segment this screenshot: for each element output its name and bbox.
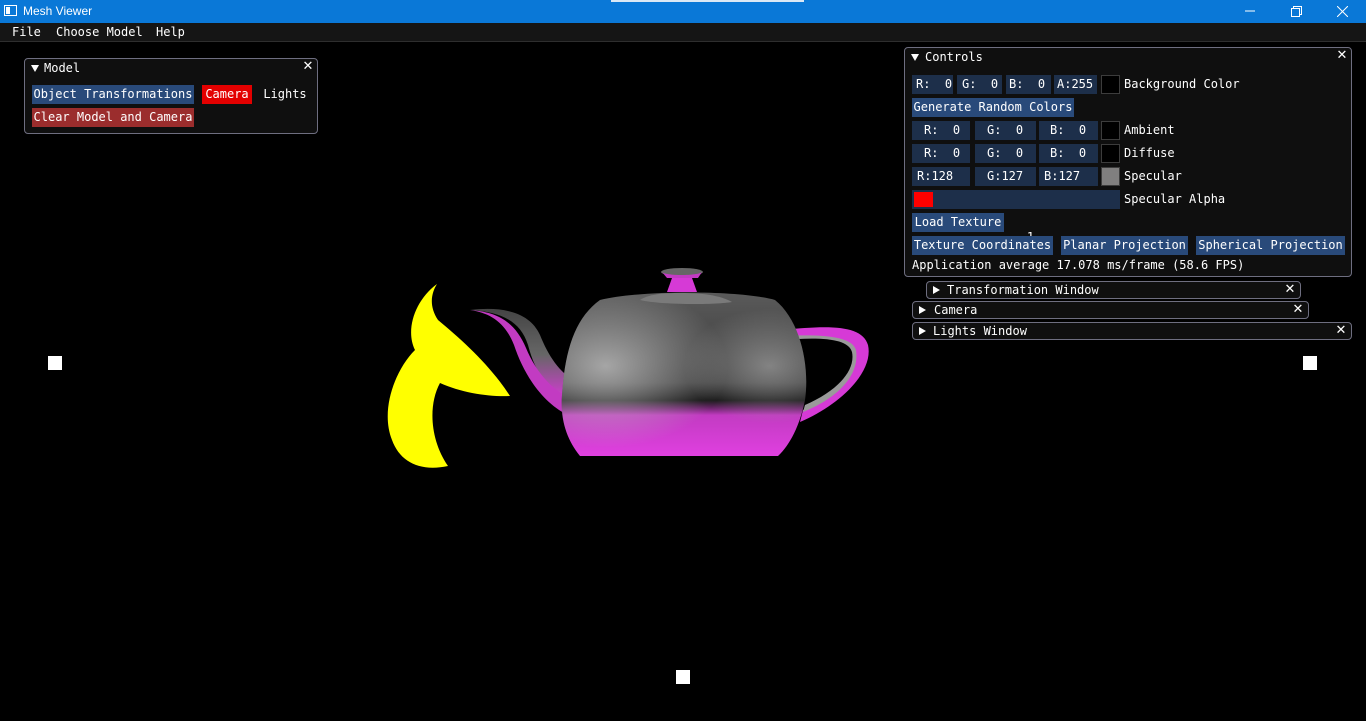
close-window-button[interactable] (1319, 0, 1365, 22)
specular-label: Specular (1124, 169, 1182, 183)
minimize-icon (1245, 10, 1255, 12)
fps-readout: Application average 17.078 ms/frame (58.… (912, 258, 1245, 272)
lights-window-title: Lights Window (933, 324, 1027, 338)
camera-window-title: Camera (934, 303, 978, 317)
ambient-color-swatch[interactable] (1101, 121, 1120, 140)
model-panel-title: Model (44, 61, 81, 75)
clear-model-camera-button[interactable]: Clear Model and Camera (32, 108, 194, 127)
specular-b-field[interactable]: B:127 (1039, 167, 1098, 186)
controls-panel-titlebar[interactable]: Controls ✕ (905, 48, 1351, 66)
slider-grab-handle[interactable] (914, 192, 933, 207)
light-marker-right[interactable] (1303, 356, 1317, 370)
ambient-g-field[interactable]: G: 0 (975, 121, 1036, 140)
specular-alpha-slider[interactable]: 1 (912, 190, 1120, 244)
ambient-label: Ambient (1124, 123, 1175, 137)
menu-help[interactable]: Help (156, 25, 185, 39)
app-icon (4, 5, 17, 16)
load-texture-button[interactable]: Load Texture (912, 213, 1004, 232)
object-transformations-button[interactable]: Object Transformations (32, 85, 194, 104)
transformation-window-collapsed[interactable]: Transformation Window ✕ (926, 281, 1301, 299)
specular-alpha-label: Specular Alpha (1124, 192, 1226, 206)
diffuse-r-field[interactable]: R: 0 (912, 144, 970, 163)
light-marker-bottom[interactable] (676, 670, 690, 684)
specular-r-field[interactable]: R:128 (912, 167, 970, 186)
model-panel: Model ✕ Object Transformations Camera Li… (24, 58, 318, 134)
menu-choose-model[interactable]: Choose Model (56, 25, 143, 39)
restore-icon (1290, 5, 1302, 17)
ambient-b-field[interactable]: B: 0 (1039, 121, 1098, 140)
diffuse-label: Diffuse (1124, 146, 1175, 160)
controls-panel-title: Controls (925, 50, 983, 64)
diffuse-b-field[interactable]: B: 0 (1039, 144, 1098, 163)
generate-random-colors-button[interactable]: Generate Random Colors (912, 98, 1074, 117)
bg-color-label: Background Color (1124, 77, 1240, 91)
collapse-arrow-icon[interactable] (911, 54, 919, 61)
specular-g-field[interactable]: G:127 (975, 167, 1036, 186)
spherical-projection-button[interactable]: Spherical Projection (1196, 236, 1345, 255)
close-icon[interactable]: ✕ (301, 60, 315, 74)
window-title: Mesh Viewer (23, 4, 93, 18)
transformation-window-title: Transformation Window (947, 283, 1099, 297)
bg-b-field[interactable]: B: 0 (1006, 75, 1051, 94)
planar-projection-button[interactable]: Planar Projection (1061, 236, 1188, 255)
window-titlebar: Mesh Viewer (0, 0, 1366, 23)
bg-a-field[interactable]: A:255 (1054, 75, 1097, 94)
ambient-r-field[interactable]: R: 0 (912, 121, 970, 140)
bg-r-field[interactable]: R: 0 (912, 75, 953, 94)
expand-arrow-icon[interactable] (919, 327, 926, 335)
close-icon[interactable]: ✕ (1283, 283, 1297, 297)
model-panel-titlebar[interactable]: Model ✕ (25, 59, 317, 77)
texture-coordinates-button[interactable]: Texture Coordinates (912, 236, 1053, 255)
collapse-arrow-icon[interactable] (31, 65, 39, 72)
expand-arrow-icon[interactable] (933, 286, 940, 294)
diffuse-g-field[interactable]: G: 0 (975, 144, 1036, 163)
specular-color-swatch[interactable] (1101, 167, 1120, 186)
close-icon[interactable]: ✕ (1334, 324, 1348, 338)
menu-bar: File Choose Model Help (0, 23, 1366, 42)
camera-window-collapsed[interactable]: Camera ✕ (912, 301, 1309, 319)
close-icon (1336, 5, 1348, 17)
bg-color-swatch[interactable] (1101, 75, 1120, 94)
controls-panel: Controls ✕ R: 0 G: 0 B: 0 A:255 Backgrou… (904, 47, 1352, 277)
lights-button[interactable]: Lights (259, 85, 311, 104)
titlebar-highlight (611, 0, 804, 2)
bg-g-field[interactable]: G: 0 (957, 75, 1002, 94)
camera-button[interactable]: Camera (202, 85, 252, 104)
restore-button[interactable] (1273, 0, 1319, 22)
close-icon[interactable]: ✕ (1335, 49, 1349, 63)
minimize-button[interactable] (1227, 0, 1273, 22)
menu-file[interactable]: File (12, 25, 41, 39)
light-marker-left[interactable] (48, 356, 62, 370)
diffuse-color-swatch[interactable] (1101, 144, 1120, 163)
lights-window-collapsed[interactable]: Lights Window ✕ (912, 322, 1352, 340)
expand-arrow-icon[interactable] (919, 306, 926, 314)
close-icon[interactable]: ✕ (1291, 303, 1305, 317)
